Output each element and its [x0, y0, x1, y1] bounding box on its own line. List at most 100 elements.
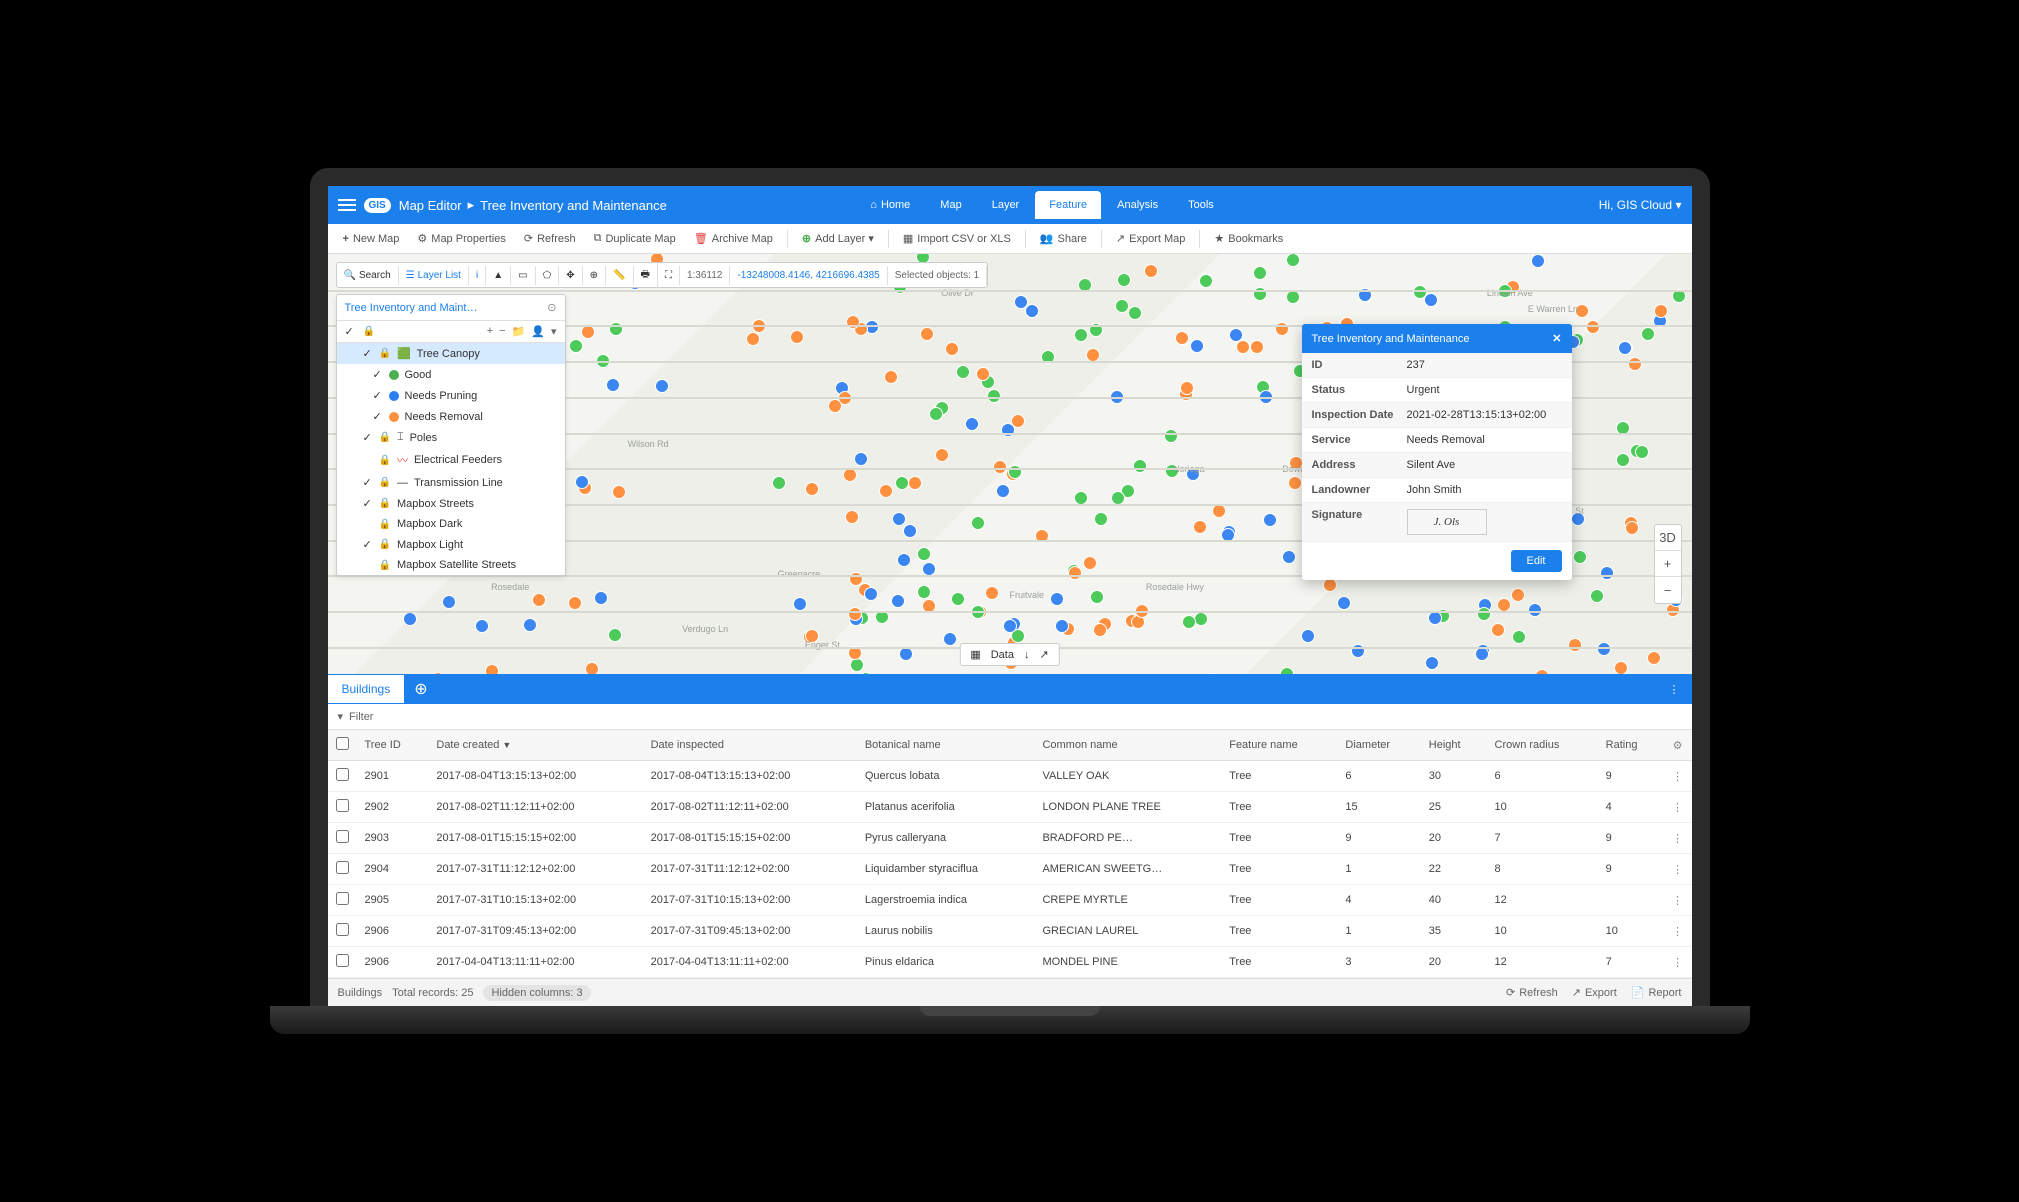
tree-marker[interactable]: [922, 562, 936, 576]
tree-marker[interactable]: [1083, 556, 1097, 570]
tree-marker[interactable]: [1133, 459, 1147, 473]
select-poly-icon[interactable]: ⬠: [536, 266, 560, 285]
tree-marker[interactable]: [1050, 592, 1064, 606]
layer-mapbox-light[interactable]: ✓🔒Mapbox Light: [337, 534, 565, 555]
check-icon[interactable]: ✓: [363, 431, 373, 444]
import-csv-or-xls-button[interactable]: ▦Import CSV or XLS: [896, 229, 1018, 248]
tree-marker[interactable]: [1600, 566, 1614, 580]
archive-map-button[interactable]: 🗑Archive Map: [687, 229, 780, 248]
tree-marker[interactable]: [1428, 611, 1442, 625]
tree-marker[interactable]: [848, 607, 862, 621]
tree-marker[interactable]: [892, 512, 906, 526]
tree-marker[interactable]: [655, 379, 669, 393]
row-more-icon[interactable]: ⋮: [1664, 885, 1692, 916]
lock-icon[interactable]: 🔒: [379, 432, 391, 443]
col-botanical-name[interactable]: Botanical name: [857, 730, 1035, 761]
tree-marker[interactable]: [1068, 566, 1082, 580]
duplicate-map-button[interactable]: ⧉Duplicate Map: [587, 229, 683, 248]
fullscreen-icon[interactable]: ⛶: [658, 266, 680, 285]
tree-marker[interactable]: [581, 325, 595, 339]
col-date-created[interactable]: Date created▼: [428, 730, 642, 761]
row-more-icon[interactable]: ⋮: [1664, 947, 1692, 978]
tree-marker[interactable]: [431, 672, 445, 674]
layer-mapbox-dark[interactable]: 🔒Mapbox Dark: [337, 514, 565, 534]
lock-icon[interactable]: 🔒: [379, 455, 391, 466]
layer-needs-removal[interactable]: ✓Needs Removal: [337, 406, 565, 427]
tree-marker[interactable]: [884, 370, 898, 384]
row-more-icon[interactable]: ⋮: [1664, 761, 1692, 792]
table-row[interactable]: 29032017-08-01T15:15:15+02:002017-08-01T…: [328, 823, 1692, 854]
layer-good[interactable]: ✓Good: [337, 364, 565, 385]
tree-marker[interactable]: [790, 330, 804, 344]
tree-marker[interactable]: [1074, 328, 1088, 342]
tree-marker[interactable]: [1117, 273, 1131, 287]
tree-marker[interactable]: [805, 482, 819, 496]
user-icon[interactable]: 👤: [531, 325, 545, 338]
export-map-button[interactable]: ↗Export Map: [1109, 229, 1192, 248]
add-layer-icon[interactable]: +: [487, 325, 493, 338]
tree-marker[interactable]: [1253, 266, 1267, 280]
footer-report[interactable]: 📄Report: [1631, 986, 1682, 999]
tree-marker[interactable]: [1250, 340, 1264, 354]
tree-marker[interactable]: [1175, 331, 1189, 345]
col-feature-name[interactable]: Feature name: [1221, 730, 1337, 761]
check-icon[interactable]: ✓: [363, 476, 373, 489]
tree-marker[interactable]: [568, 596, 582, 610]
app-title[interactable]: Map Editor: [399, 198, 462, 213]
tree-marker[interactable]: [1301, 629, 1315, 643]
tree-marker[interactable]: [1011, 414, 1025, 428]
tree-marker[interactable]: [1074, 491, 1088, 505]
tree-marker[interactable]: [920, 327, 934, 341]
tab-buildings[interactable]: Buildings: [328, 675, 405, 703]
tree-marker[interactable]: [1094, 512, 1108, 526]
tab-layer[interactable]: Layer: [978, 191, 1034, 219]
tree-marker[interactable]: [1491, 623, 1505, 637]
tree-marker[interactable]: [523, 618, 537, 632]
tree-marker[interactable]: [612, 485, 626, 499]
info-icon[interactable]: i: [469, 266, 486, 285]
new-map-button[interactable]: +New Map: [336, 230, 407, 248]
tree-marker[interactable]: [1190, 339, 1204, 353]
data-toggle[interactable]: ▦ Data ↓ ↗: [959, 643, 1059, 666]
collapse-icon[interactable]: ⊙: [547, 301, 556, 314]
col-height[interactable]: Height: [1421, 730, 1487, 761]
refresh-button[interactable]: ⟳Refresh: [517, 229, 583, 248]
tree-marker[interactable]: [1193, 520, 1207, 534]
edit-button[interactable]: Edit: [1511, 550, 1562, 572]
tree-marker[interactable]: [746, 332, 760, 346]
tree-marker[interactable]: [945, 342, 959, 356]
remove-layer-icon[interactable]: −: [499, 325, 505, 338]
tree-marker[interactable]: [1199, 274, 1213, 288]
tree-marker[interactable]: [403, 612, 417, 626]
zoom-out-button[interactable]: −: [1655, 577, 1681, 603]
tree-marker[interactable]: [608, 628, 622, 642]
tree-marker[interactable]: [1475, 647, 1489, 661]
tree-marker[interactable]: [897, 553, 911, 567]
check-icon[interactable]: ✓: [373, 368, 383, 381]
check-icon[interactable]: ✓: [363, 347, 373, 360]
tree-marker[interactable]: [1590, 589, 1604, 603]
tree-marker[interactable]: [1144, 264, 1158, 278]
logo[interactable]: GIS: [364, 198, 391, 213]
pointer-icon[interactable]: ▲: [486, 266, 511, 285]
tree-marker[interactable]: [908, 476, 922, 490]
select-rect-icon[interactable]: ▭: [511, 266, 535, 285]
tree-marker[interactable]: [903, 524, 917, 538]
tree-marker[interactable]: [859, 672, 873, 674]
col-crown-radius[interactable]: Crown radius: [1487, 730, 1598, 761]
tree-marker[interactable]: [1337, 596, 1351, 610]
layer-tree-canopy[interactable]: ✓🔒🟩Tree Canopy: [337, 343, 565, 364]
tree-marker[interactable]: [485, 664, 499, 674]
footer-export[interactable]: ↗Export: [1572, 986, 1617, 999]
tree-marker[interactable]: [1641, 327, 1655, 341]
tree-marker[interactable]: [1286, 290, 1300, 304]
tree-marker[interactable]: [569, 339, 583, 353]
tree-marker[interactable]: [1288, 476, 1302, 490]
check-icon[interactable]: ✓: [363, 538, 373, 551]
footer-hidden[interactable]: Hidden columns: 3: [483, 985, 590, 1001]
tree-marker[interactable]: [1616, 453, 1630, 467]
col-tree-id[interactable]: Tree ID: [357, 730, 429, 761]
col-diameter[interactable]: Diameter: [1337, 730, 1420, 761]
tree-marker[interactable]: [585, 662, 599, 674]
tree-marker[interactable]: [929, 407, 943, 421]
